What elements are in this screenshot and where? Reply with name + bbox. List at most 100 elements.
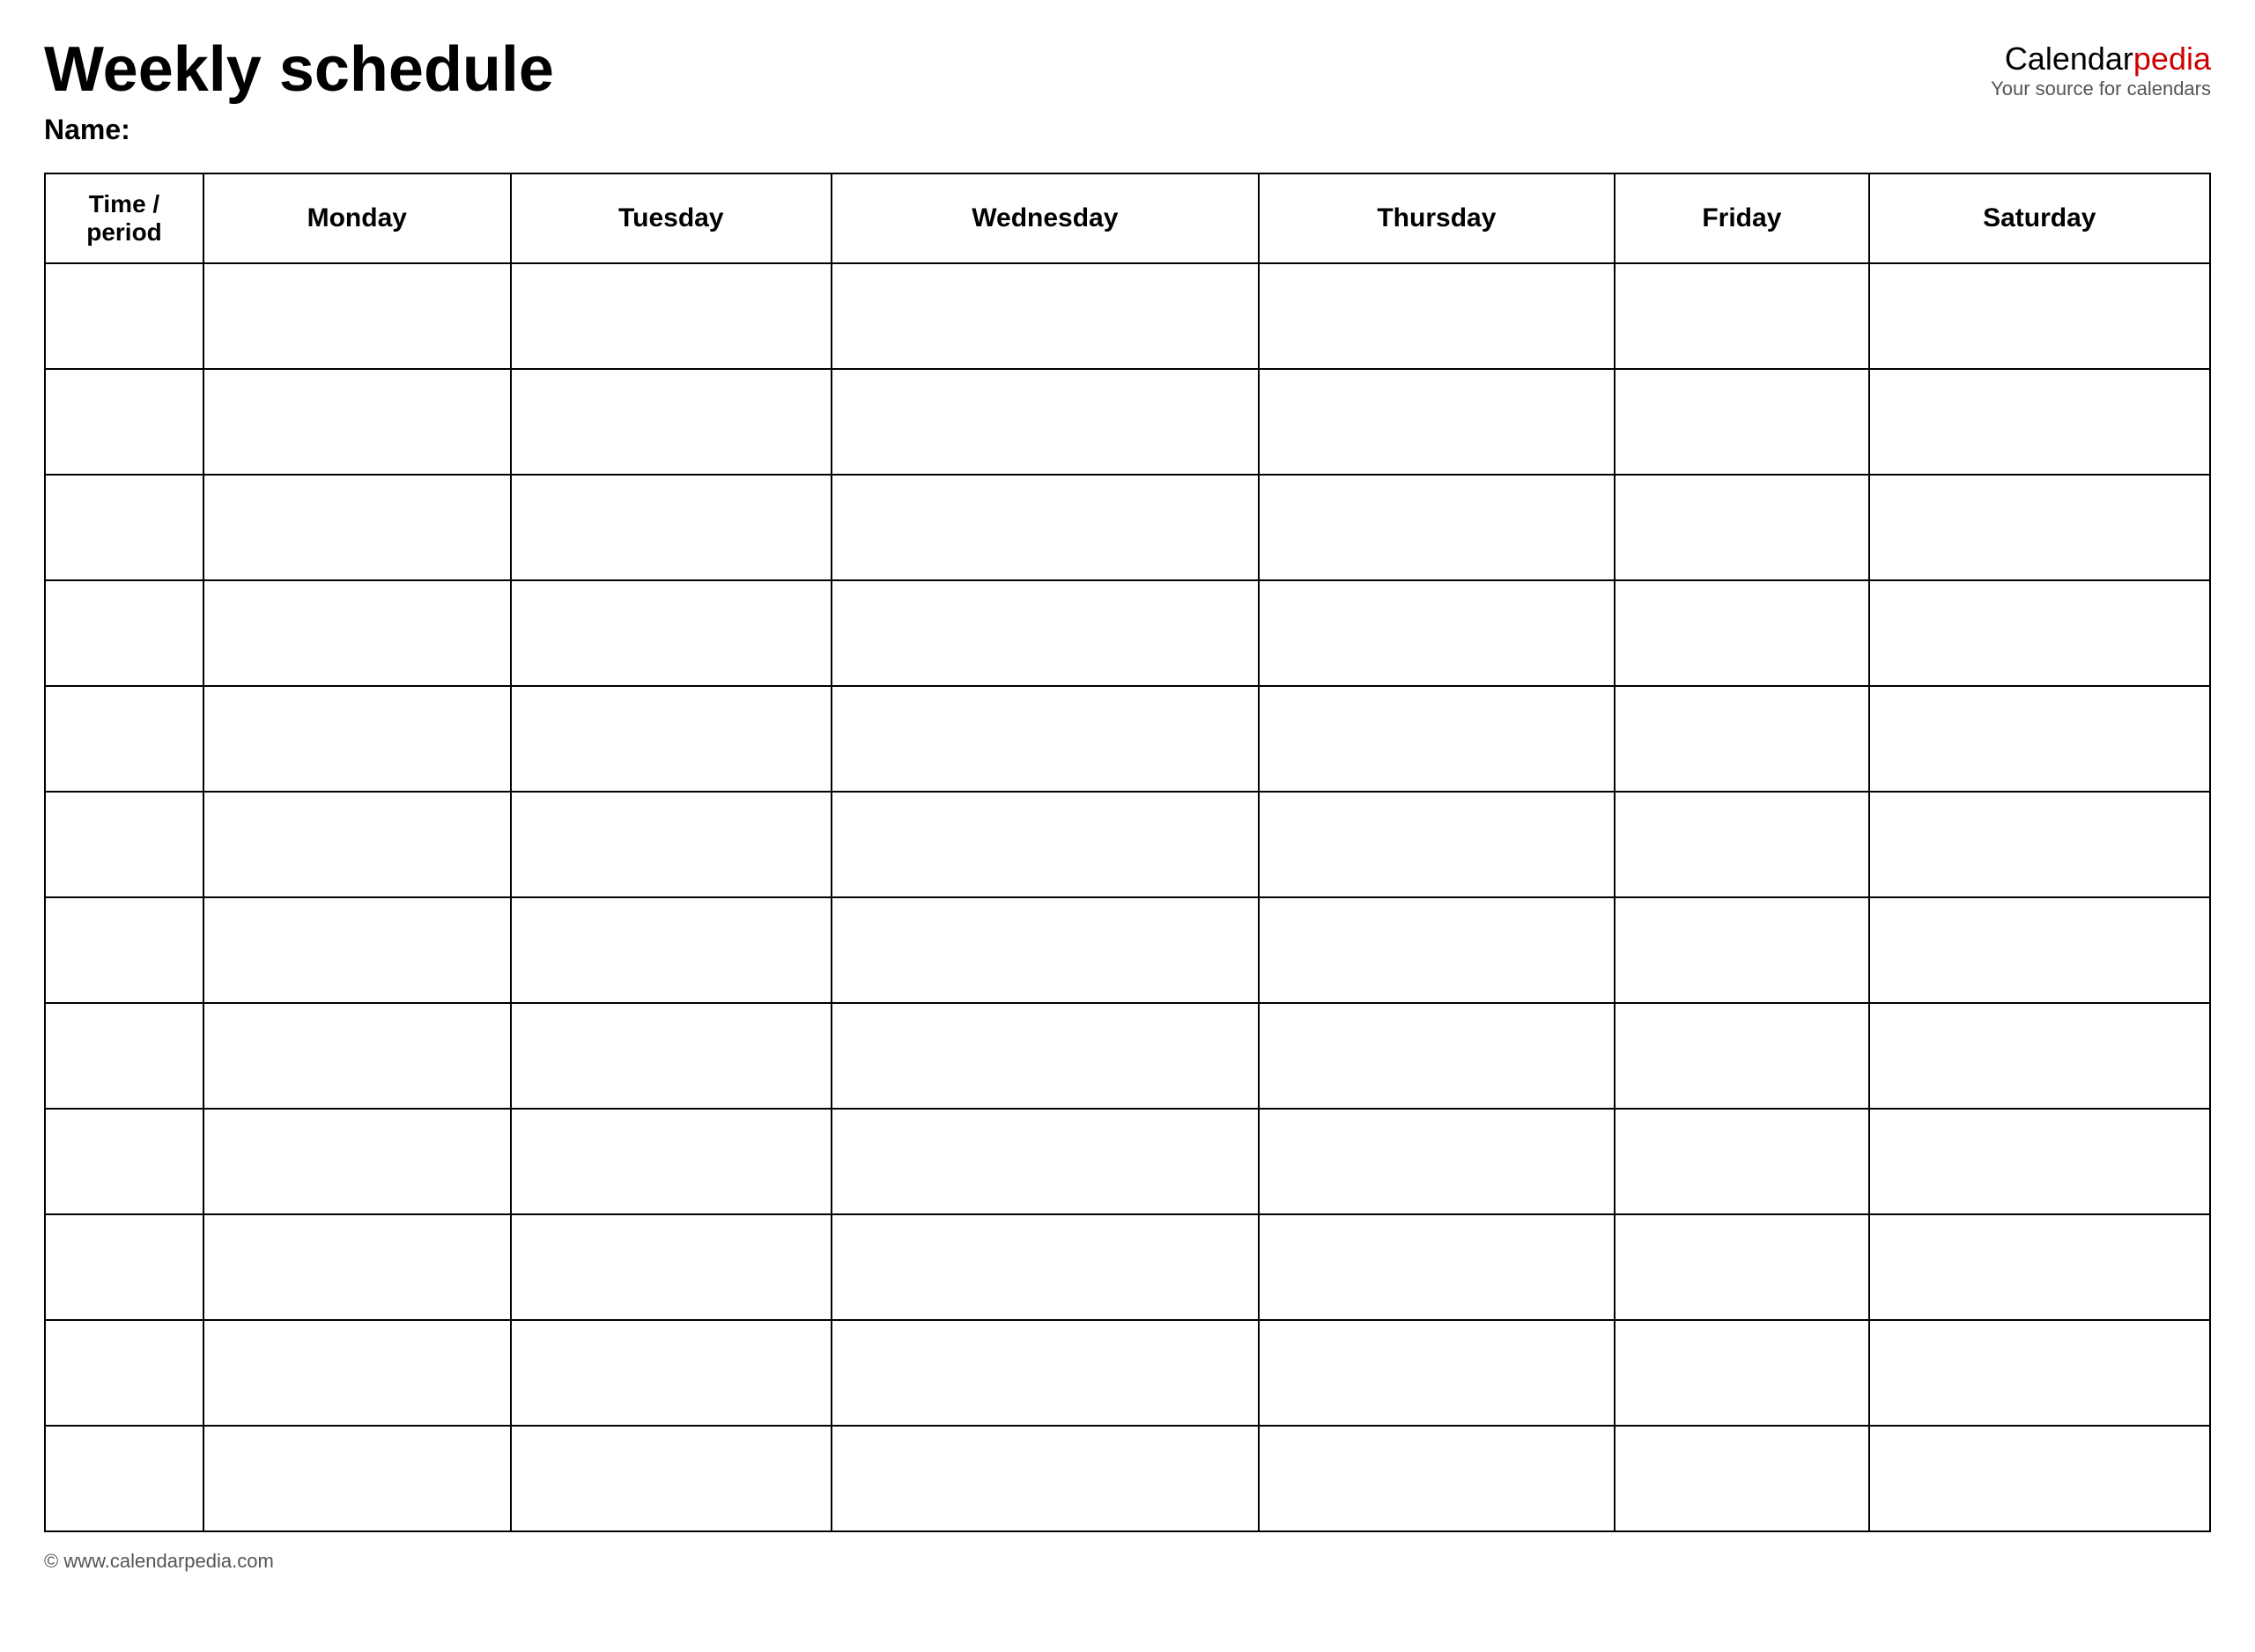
schedule-cell[interactable] [511, 792, 832, 897]
schedule-cell[interactable] [1259, 686, 1615, 792]
schedule-cell[interactable] [1615, 1109, 1869, 1214]
schedule-cell[interactable] [832, 369, 1259, 475]
schedule-cell[interactable] [1259, 475, 1615, 580]
table-row [45, 792, 2210, 897]
time-cell[interactable] [45, 1003, 203, 1109]
schedule-cell[interactable] [1615, 1320, 1869, 1426]
time-cell[interactable] [45, 792, 203, 897]
schedule-cell[interactable] [203, 792, 511, 897]
schedule-cell[interactable] [832, 897, 1259, 1003]
schedule-cell[interactable] [1869, 263, 2210, 369]
schedule-cell[interactable] [203, 263, 511, 369]
time-cell[interactable] [45, 1109, 203, 1214]
schedule-cell[interactable] [1869, 1426, 2210, 1531]
logo-tagline: Your source for calendars [1991, 77, 2211, 100]
schedule-cell[interactable] [203, 1109, 511, 1214]
schedule-cell[interactable] [1259, 1003, 1615, 1109]
schedule-cell[interactable] [832, 792, 1259, 897]
schedule-cell[interactable] [1869, 897, 2210, 1003]
schedule-cell[interactable] [1869, 1214, 2210, 1320]
time-cell[interactable] [45, 1214, 203, 1320]
schedule-cell[interactable] [832, 580, 1259, 686]
schedule-cell[interactable] [203, 1320, 511, 1426]
schedule-cell[interactable] [203, 580, 511, 686]
schedule-cell[interactable] [511, 1320, 832, 1426]
schedule-cell[interactable] [832, 475, 1259, 580]
schedule-cell[interactable] [203, 1003, 511, 1109]
logo-area: Calendarpedia Your source for calendars [1991, 35, 2211, 101]
table-row [45, 1320, 2210, 1426]
table-row [45, 1214, 2210, 1320]
name-label: Name: [44, 114, 1991, 146]
schedule-cell[interactable] [203, 369, 511, 475]
time-cell[interactable] [45, 1320, 203, 1426]
schedule-cell[interactable] [1869, 1320, 2210, 1426]
schedule-cell[interactable] [1615, 580, 1869, 686]
logo-text: Calendarpedia Your source for calendars [1991, 40, 2211, 101]
table-row [45, 1109, 2210, 1214]
time-cell[interactable] [45, 263, 203, 369]
time-cell[interactable] [45, 686, 203, 792]
time-cell[interactable] [45, 475, 203, 580]
schedule-cell[interactable] [1259, 1426, 1615, 1531]
schedule-cell[interactable] [832, 1214, 1259, 1320]
schedule-cell[interactable] [1615, 1214, 1869, 1320]
schedule-cell[interactable] [1259, 369, 1615, 475]
schedule-cell[interactable] [1869, 1109, 2210, 1214]
schedule-cell[interactable] [203, 897, 511, 1003]
schedule-cell[interactable] [1869, 792, 2210, 897]
table-header-row: Time / period Monday Tuesday Wednesday T… [45, 173, 2210, 263]
schedule-cell[interactable] [1259, 263, 1615, 369]
schedule-cell[interactable] [1259, 1214, 1615, 1320]
schedule-cell[interactable] [1615, 475, 1869, 580]
col-header-wednesday: Wednesday [832, 173, 1259, 263]
schedule-cell[interactable] [511, 1426, 832, 1531]
schedule-cell[interactable] [511, 686, 832, 792]
time-cell[interactable] [45, 1426, 203, 1531]
schedule-cell[interactable] [1615, 897, 1869, 1003]
table-row [45, 475, 2210, 580]
schedule-cell[interactable] [1259, 897, 1615, 1003]
schedule-cell[interactable] [511, 369, 832, 475]
schedule-cell[interactable] [511, 475, 832, 580]
schedule-cell[interactable] [1259, 1320, 1615, 1426]
table-row [45, 263, 2210, 369]
schedule-cell[interactable] [1869, 580, 2210, 686]
time-cell[interactable] [45, 897, 203, 1003]
schedule-cell[interactable] [1615, 1426, 1869, 1531]
schedule-cell[interactable] [203, 1426, 511, 1531]
schedule-cell[interactable] [832, 1426, 1259, 1531]
schedule-cell[interactable] [203, 475, 511, 580]
schedule-cell[interactable] [832, 1320, 1259, 1426]
schedule-cell[interactable] [511, 1214, 832, 1320]
table-row [45, 1426, 2210, 1531]
schedule-cell[interactable] [832, 263, 1259, 369]
schedule-cell[interactable] [1869, 686, 2210, 792]
schedule-cell[interactable] [832, 1003, 1259, 1109]
schedule-cell[interactable] [832, 1109, 1259, 1214]
schedule-cell[interactable] [832, 686, 1259, 792]
schedule-cell[interactable] [1615, 1003, 1869, 1109]
time-cell[interactable] [45, 369, 203, 475]
schedule-cell[interactable] [1615, 792, 1869, 897]
schedule-cell[interactable] [1615, 686, 1869, 792]
schedule-cell[interactable] [203, 1214, 511, 1320]
schedule-cell[interactable] [1869, 1003, 2210, 1109]
schedule-cell[interactable] [203, 686, 511, 792]
schedule-cell[interactable] [511, 1003, 832, 1109]
schedule-cell[interactable] [511, 263, 832, 369]
schedule-cell[interactable] [1259, 1109, 1615, 1214]
schedule-cell[interactable] [1259, 580, 1615, 686]
footer: © www.calendarpedia.com [44, 1550, 2211, 1573]
schedule-cell[interactable] [1259, 792, 1615, 897]
time-cell[interactable] [45, 580, 203, 686]
schedule-cell[interactable] [511, 1109, 832, 1214]
schedule-cell[interactable] [511, 580, 832, 686]
schedule-cell[interactable] [511, 897, 832, 1003]
page-title: Weekly schedule [44, 35, 1991, 105]
schedule-cell[interactable] [1869, 475, 2210, 580]
schedule-cell[interactable] [1615, 369, 1869, 475]
logo-pedia-part: pedia [2133, 41, 2211, 77]
schedule-cell[interactable] [1869, 369, 2210, 475]
schedule-cell[interactable] [1615, 263, 1869, 369]
